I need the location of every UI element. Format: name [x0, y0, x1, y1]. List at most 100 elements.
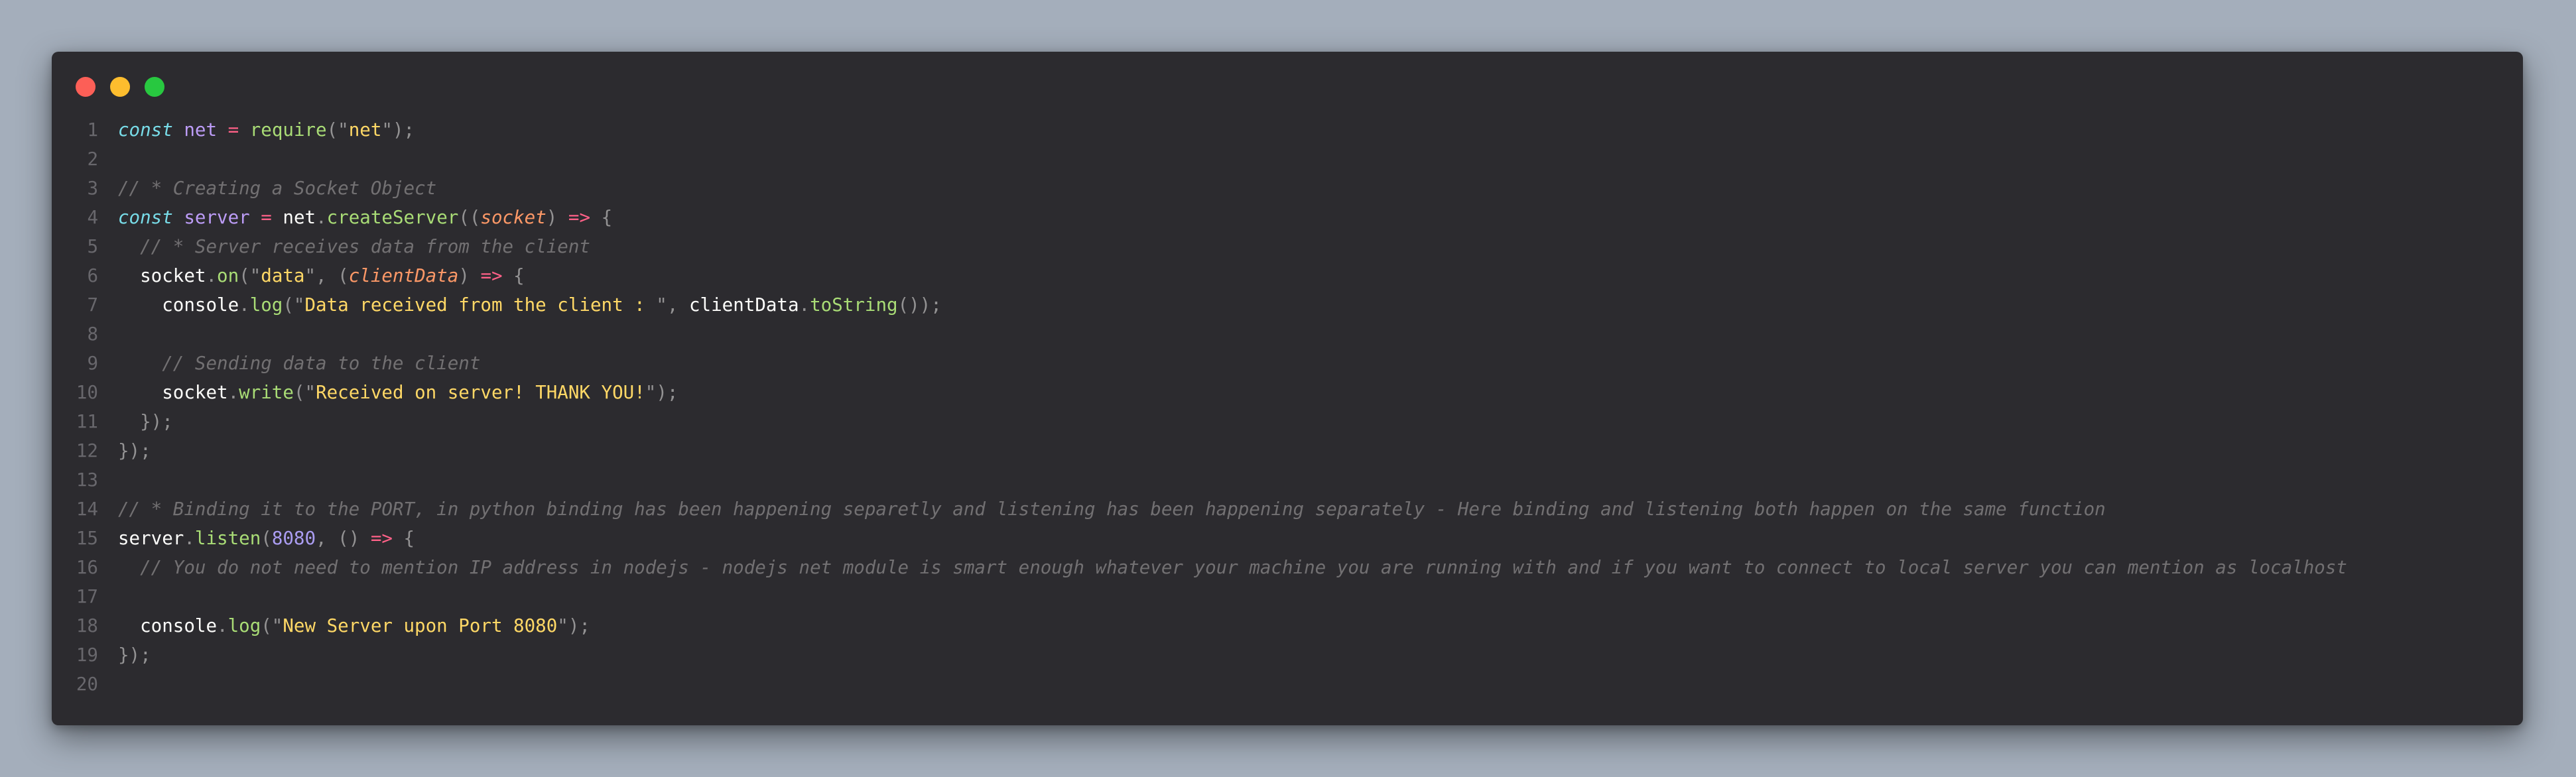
line-number: 8: [87, 324, 98, 345]
line-number: 11: [76, 411, 98, 432]
code-token: (": [261, 615, 283, 636]
code-token: .: [184, 528, 195, 549]
code-token: ",: [656, 294, 678, 316]
code-token: {: [601, 207, 613, 228]
code-token: (": [283, 294, 305, 316]
code-line: 3 // * Creating a Socket Object: [52, 174, 2523, 203]
code-token: ): [458, 265, 470, 286]
code-token: .: [316, 207, 327, 228]
line-source: // * Server receives data from the clien…: [118, 232, 590, 261]
code-token: net: [184, 119, 218, 141]
maximize-button[interactable]: [145, 77, 164, 97]
code-line: 16 // You do not need to mention IP addr…: [52, 553, 2523, 582]
code-token: require: [249, 119, 327, 141]
code-line: 2: [52, 145, 2523, 174]
code-line: 20: [52, 670, 2523, 699]
code-token: {: [513, 265, 525, 286]
code-token: server: [184, 207, 250, 228]
line-number: 1: [87, 119, 98, 141]
line-source: const net = require("net");: [118, 115, 415, 145]
code-token: ");: [645, 382, 678, 403]
line-number: 12: [76, 440, 98, 461]
code-line: 4 const server = net.createServer((socket…: [52, 203, 2523, 232]
code-line: 9 // Sending data to the client: [52, 349, 2523, 378]
minimize-button[interactable]: [110, 77, 130, 97]
code-line: 19});: [52, 640, 2523, 670]
line-number: 18: [76, 615, 98, 636]
line-number: 3: [87, 178, 98, 199]
line-number: 9: [87, 353, 98, 374]
code-token: });: [118, 440, 151, 461]
code-token: write: [239, 382, 294, 403]
code-token: .: [206, 265, 218, 286]
code-token: .: [239, 294, 250, 316]
code-token: New Server upon Port 8080: [283, 615, 558, 636]
code-token: ");: [381, 119, 415, 141]
line-number: 17: [76, 586, 98, 607]
code-token: =>: [568, 207, 591, 228]
code-token: .: [227, 382, 239, 403]
line-number: 7: [87, 294, 98, 316]
line-number: 14: [76, 499, 98, 520]
line-source: console.log("Data received from the clie…: [118, 290, 942, 320]
code-token: , (): [316, 528, 360, 549]
code-token: // You do not need to mention IP address…: [140, 557, 2347, 578]
code-token: Received on server! THANK YOU!: [316, 382, 645, 403]
code-token: listen: [194, 528, 261, 549]
code-token: ());: [897, 294, 942, 316]
line-number: 2: [87, 149, 98, 170]
line-source: socket.on("data", (clientData) => {: [118, 261, 525, 290]
code-token: =>: [370, 528, 393, 549]
code-line: 11 });: [52, 407, 2523, 436]
code-token: toString: [810, 294, 898, 316]
line-source: const server = net.createServer((socket)…: [118, 203, 612, 232]
line-number: 10: [76, 382, 98, 403]
line-source: // Sending data to the client: [118, 349, 480, 378]
line-source: // * Binding it to the PORT, in python b…: [118, 495, 2106, 524]
code-line: 5 // * Server receives data from the cli…: [52, 232, 2523, 261]
line-source: console.log("New Server upon Port 8080")…: [118, 611, 590, 640]
code-line: 14 // * Binding it to the PORT, in python…: [52, 495, 2523, 524]
line-number: 6: [87, 265, 98, 286]
code-token: (: [261, 528, 272, 549]
code-token: socket: [480, 207, 547, 228]
code-token: // * Server receives data from the clien…: [140, 236, 590, 257]
code-token: data: [261, 265, 305, 286]
code-line: 6 socket.on("data", (clientData) => {: [52, 261, 2523, 290]
code-token: Data received from the client :: [304, 294, 657, 316]
code-token: // * Creating a Socket Object: [118, 178, 437, 199]
code-token: =: [261, 207, 272, 228]
code-token: console: [118, 615, 218, 636]
code-token: // * Binding it to the PORT, in python b…: [118, 499, 2106, 520]
code-token: 8080: [271, 528, 316, 549]
code-token: ): [546, 207, 558, 228]
code-token: // Sending data to the client: [162, 353, 481, 374]
code-token: log: [227, 615, 261, 636]
code-token: server: [118, 528, 184, 549]
code-line: 13: [52, 465, 2523, 495]
code-token: (": [239, 265, 261, 286]
code-token: =>: [480, 265, 503, 286]
code-line: 18 console.log("New Server upon Port 808…: [52, 611, 2523, 640]
close-button[interactable]: [76, 77, 96, 97]
code-token: ", (: [304, 265, 349, 286]
code-token: ");: [557, 615, 590, 636]
line-source: server.listen(8080, () => {: [118, 524, 415, 553]
line-number: 19: [76, 644, 98, 666]
code-line: 15 server.listen(8080, () => {: [52, 524, 2523, 553]
code-editor: 1 const net = require("net"); 2 3// * Creat…: [52, 115, 2523, 699]
code-line: 10 socket.write("Received on server! THA…: [52, 378, 2523, 407]
line-source: // You do not need to mention IP address…: [118, 553, 2347, 582]
code-line: 12});: [52, 436, 2523, 465]
